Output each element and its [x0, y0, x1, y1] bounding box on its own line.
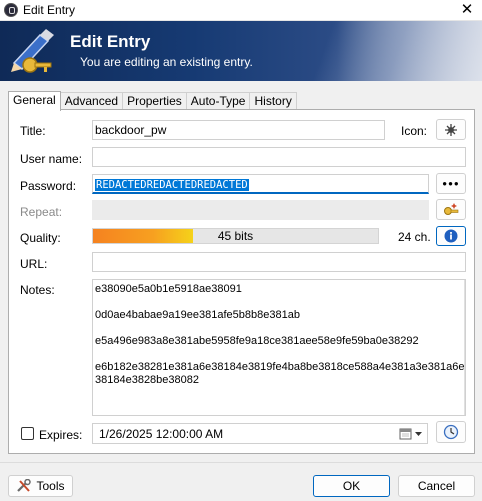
tools-icon	[17, 479, 32, 492]
tab-advanced[interactable]: Advanced	[59, 92, 124, 110]
quality-bits: 45 bits	[217, 229, 254, 243]
quality-info-button[interactable]	[436, 226, 466, 246]
notes-text: e38090e5a0b1e5918ae38091 0d0ae4babae9a19…	[95, 283, 465, 400]
icon-picker-button[interactable]	[436, 119, 466, 140]
cancel-label: Cancel	[417, 479, 456, 493]
header-banner: Edit Entry You are editing an existing e…	[0, 21, 482, 81]
footer-separator	[0, 462, 482, 463]
username-input[interactable]	[92, 147, 466, 167]
expires-checkbox[interactable]	[21, 427, 34, 440]
notes-line: e38090e5a0b1e5918ae38091	[95, 283, 242, 295]
notes-textarea[interactable]: e38090e5a0b1e5918ae38091 0d0ae4babae9a19…	[92, 279, 466, 416]
notes-scroll-edge	[464, 280, 465, 415]
repeat-password-input	[92, 200, 429, 220]
info-icon	[444, 229, 458, 243]
password-selected-text: REDACTEDREDACTEDREDACTED	[95, 179, 249, 191]
ok-label: OK	[342, 479, 361, 493]
expires-date: 1/26/2025 12:00:00 AM	[99, 427, 224, 441]
username-label: User name:	[20, 152, 83, 166]
expires-label: Expires:	[39, 428, 83, 442]
toggle-password-visibility-button[interactable]: ●●●	[436, 173, 466, 194]
banner-subtitle: You are editing an existing entry.	[80, 55, 253, 69]
password-generator-button[interactable]	[436, 199, 466, 220]
notes-label: Notes:	[20, 283, 55, 297]
notes-line: e5a496e983a8e381abe5958fe9a18ce381aee58e…	[95, 335, 419, 347]
tab-properties[interactable]: Properties	[122, 92, 187, 110]
notes-line: 0d0ae4babae9a19ee381afe5b8b8e381ab	[95, 309, 300, 321]
banner-decoration	[292, 21, 482, 81]
expiry-presets-button[interactable]	[436, 421, 466, 443]
tab-history[interactable]: History	[249, 92, 297, 110]
quality-label: Quality:	[20, 231, 61, 245]
quality-meter: 45 bits	[92, 228, 379, 244]
banner-heading: Edit Entry	[70, 32, 151, 51]
pen-and-key-icon	[11, 29, 54, 73]
url-label: URL:	[20, 257, 48, 271]
tools-label: Tools	[36, 479, 65, 493]
icon-label: Icon:	[401, 124, 428, 138]
tab-general[interactable]: General	[8, 91, 61, 111]
url-input[interactable]	[92, 252, 466, 272]
notes-line: e6b182e38281e381a6e38184e3819fe4ba8be381…	[95, 361, 465, 386]
calendar-dropdown-icon[interactable]	[399, 428, 423, 440]
close-button[interactable]: ✕	[452, 0, 482, 21]
window-title: Edit Entry	[23, 3, 76, 17]
expires-datetime-picker[interactable]: 1/26/2025 12:00:00 AM	[92, 423, 428, 444]
key-generator-icon	[444, 202, 459, 215]
dots-icon: ●●●	[442, 179, 460, 188]
tab-strip: General Advanced Properties Auto-Type Hi…	[8, 91, 297, 111]
title-label: Title:	[20, 124, 46, 138]
cancel-button[interactable]: Cancel	[398, 475, 475, 497]
clock-icon	[443, 424, 459, 440]
entry-icon	[445, 123, 457, 136]
title-input[interactable]: backdoor_pw	[92, 120, 385, 140]
ok-button[interactable]: OK	[313, 475, 390, 497]
title-bar: Edit Entry ✕	[0, 0, 482, 21]
tools-button[interactable]: Tools	[8, 475, 73, 497]
quality-char-count: 24 ch.	[398, 230, 431, 244]
tab-auto-type[interactable]: Auto-Type	[185, 92, 251, 110]
repeat-label: Repeat:	[20, 205, 63, 219]
password-input[interactable]: REDACTEDREDACTEDREDACTED	[92, 174, 429, 194]
lock-icon	[4, 3, 18, 17]
password-label: Password:	[20, 179, 77, 193]
